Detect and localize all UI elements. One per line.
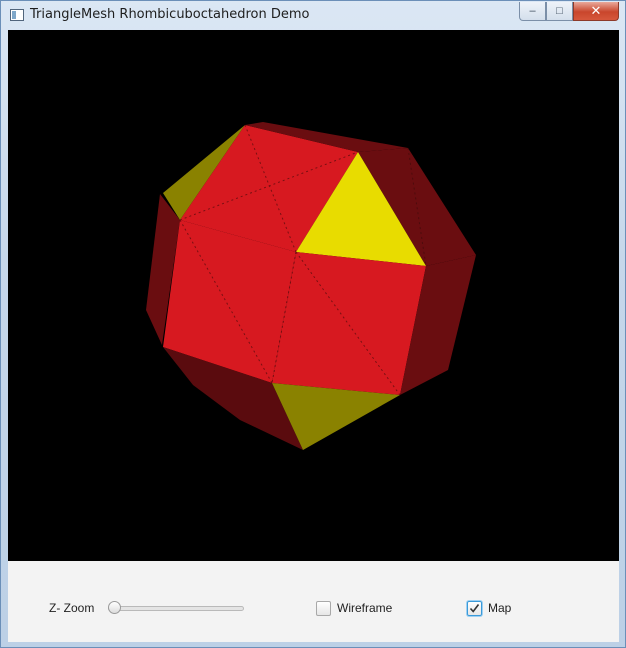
controls-bar: Z- Zoom Wireframe Map — [8, 561, 619, 642]
checkmark-icon — [469, 603, 480, 613]
close-button[interactable]: ✕ — [573, 2, 619, 21]
map-checkbox-box[interactable] — [467, 600, 482, 616]
window-title: TriangleMesh Rhombicuboctahedron Demo — [30, 7, 310, 22]
close-icon: ✕ — [590, 3, 602, 18]
face — [272, 252, 426, 395]
wireframe-label: Wireframe — [337, 601, 393, 615]
polyhedron-faces — [146, 122, 476, 450]
minimize-button[interactable]: – — [519, 2, 546, 21]
map-label: Map — [488, 601, 512, 615]
title-bar[interactable]: TriangleMesh Rhombicuboctahedron Demo – … — [1, 1, 625, 30]
app-window: TriangleMesh Rhombicuboctahedron Demo – … — [0, 0, 626, 648]
rhombicuboctahedron-model[interactable] — [8, 30, 619, 561]
client-area: Z- Zoom Wireframe Map — [8, 30, 619, 642]
zoom-slider-track[interactable] — [108, 606, 244, 611]
maximize-button[interactable]: □ — [546, 2, 573, 21]
zoom-slider[interactable] — [108, 601, 244, 615]
maximize-icon: □ — [556, 5, 563, 17]
minimize-icon: – — [529, 5, 536, 17]
wireframe-checkbox[interactable]: Wireframe — [316, 599, 392, 617]
zoom-label: Z- Zoom — [49, 601, 95, 615]
app-icon — [10, 9, 24, 21]
3d-viewport[interactable] — [8, 30, 619, 561]
zoom-slider-thumb[interactable] — [108, 601, 121, 614]
map-checkbox[interactable]: Map — [467, 599, 511, 617]
caption-buttons: – □ ✕ — [519, 2, 619, 21]
wireframe-checkbox-box[interactable] — [316, 600, 331, 616]
